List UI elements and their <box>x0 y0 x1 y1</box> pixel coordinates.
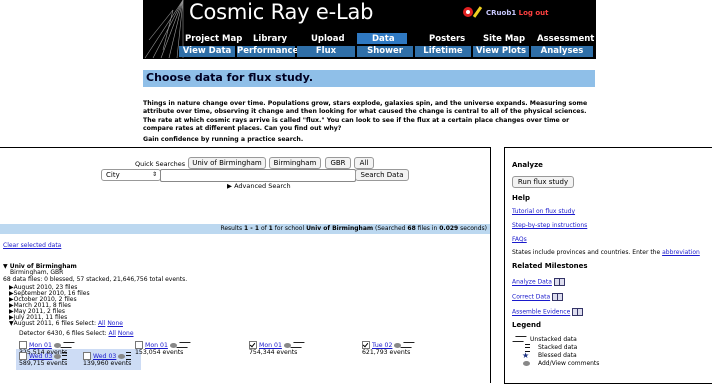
milestone-assemble-evidence[interactable]: Assemble Evidence <box>512 308 584 316</box>
subnav-view-data[interactable]: View Data <box>179 46 235 57</box>
stacked-icon <box>62 352 68 360</box>
advanced-search-toggle[interactable]: ▶ Advanced Search <box>227 182 291 190</box>
nav-site-map[interactable]: Site Map <box>483 34 525 44</box>
states-help-text: States include provinces and countries. … <box>512 249 700 256</box>
select-all-link[interactable]: All <box>98 320 105 327</box>
book-icon[interactable] <box>553 278 565 286</box>
page-heading-bar: Choose data for flux study. <box>143 70 595 87</box>
file-checkbox[interactable] <box>83 352 91 360</box>
file-events: 754,344 events <box>249 349 298 356</box>
help-heading: Help <box>512 194 531 202</box>
file-date-link[interactable]: Mon 01 <box>29 342 52 349</box>
file-checkbox[interactable] <box>19 341 27 349</box>
file-events: 153,054 events <box>135 349 184 356</box>
logout-link[interactable]: Log out <box>519 9 549 17</box>
search-field-select[interactable]: City ⇕ <box>101 169 161 181</box>
blessed-star-icon: ★ <box>522 351 530 360</box>
detector-select-all-link[interactable]: All <box>108 330 115 337</box>
analyze-heading: Analyze <box>512 161 543 169</box>
month-toggle-aug-2011[interactable]: ▼August 2011, 6 files Select: All None <box>9 320 123 328</box>
milestone-correct-data[interactable]: Correct Data <box>512 293 564 301</box>
unstacked-icon <box>290 342 305 348</box>
legend-comments: Add/View comments <box>538 360 600 367</box>
quick-search-univ-birmingham[interactable]: Univ of Birmingham <box>188 157 266 169</box>
site-title[interactable]: Cosmic Ray e-Lab <box>189 0 373 24</box>
select-none-link[interactable]: None <box>107 320 123 327</box>
results-bar: Results 1 - 1 of 1 for school Univ of Bi… <box>0 224 490 234</box>
related-milestones-heading: Related Milestones <box>512 262 588 270</box>
edit-pencil-icon[interactable] <box>472 6 483 18</box>
file-events: 139,960 events <box>83 360 132 367</box>
practice-search-text: Gain confidence by running a practice se… <box>143 136 304 143</box>
file-date-link[interactable]: Mon 01 <box>259 342 282 349</box>
book-icon[interactable] <box>552 293 564 301</box>
nav-assessment[interactable]: Assessment <box>537 34 594 44</box>
clear-selected-link[interactable]: Clear selected data <box>3 242 61 250</box>
page-title: Choose data for flux study. <box>146 71 314 84</box>
book-icon[interactable] <box>572 308 584 316</box>
file-item: Mon 01 754,344 events <box>249 341 305 356</box>
settings-icon[interactable] <box>463 7 473 17</box>
detector-select-none-link[interactable]: None <box>118 330 134 337</box>
comment-icon[interactable] <box>54 353 62 359</box>
quick-searches-label: Quick Searches <box>135 160 186 168</box>
user-menu: CRuob1 Log out <box>486 9 549 17</box>
unstacked-icon <box>400 342 416 348</box>
nav-data[interactable]: Data <box>372 34 395 44</box>
legend-unstacked: Unstacked data <box>530 336 577 343</box>
search-data-button[interactable]: Search Data <box>355 169 409 181</box>
abbreviation-link[interactable]: abbreviation <box>662 249 700 256</box>
file-date-link[interactable]: Mon 01 <box>145 342 168 349</box>
run-flux-study-button[interactable]: Run flux study <box>512 176 574 188</box>
legend-stacked: Stacked data <box>538 344 578 351</box>
nav-posters[interactable]: Posters <box>429 34 465 44</box>
school-summary: 68 data files: 0 blessed, 57 stacked, 21… <box>3 276 188 283</box>
quick-search-gbr[interactable]: GBR <box>325 157 351 169</box>
file-events: 621,793 events <box>362 349 411 356</box>
file-checkbox[interactable] <box>135 341 143 349</box>
subnav-lifetime[interactable]: Lifetime <box>415 46 471 57</box>
stacked-icon <box>126 352 132 360</box>
site-header: Cosmic Ray e-Lab CRuob1 Log out Project … <box>143 0 596 59</box>
file-date-link[interactable]: Wed 03 <box>29 353 52 360</box>
subnav-analyses[interactable]: Analyses <box>531 46 593 57</box>
subnav-performance[interactable]: Performance <box>237 46 298 57</box>
legend-heading: Legend <box>512 321 541 329</box>
file-date-link[interactable]: Wed 03 <box>93 353 116 360</box>
intro-paragraph: Things in nature change over time. Popul… <box>143 100 588 132</box>
instructions-link[interactable]: Step-by-step instructions <box>512 222 587 229</box>
select-arrows-icon: ⇕ <box>151 171 157 178</box>
legend-blessed: Blessed data <box>538 352 577 359</box>
nav-upload[interactable]: Upload <box>311 34 345 44</box>
file-item: Mon 01 153,054 events <box>135 341 191 356</box>
milestone-analyze-data[interactable]: Analyze Data <box>512 278 565 286</box>
unstacked-icon <box>60 342 75 348</box>
unstacked-icon <box>176 342 191 348</box>
detector-row: Detector 6430, 6 files Select: All None <box>19 330 134 337</box>
comment-icon <box>523 361 530 366</box>
file-events: 589,715 events <box>19 360 68 367</box>
nav-library[interactable]: Library <box>253 34 287 44</box>
file-item: Wed 03 139,960 events <box>83 352 131 367</box>
results-summary: Results 1 - 1 of 1 for school Univ of Bi… <box>220 225 487 232</box>
quick-search-all[interactable]: All <box>354 157 374 169</box>
quick-search-birmingham[interactable]: Birmingham <box>269 157 321 169</box>
nav-project-map[interactable]: Project Map <box>185 34 242 44</box>
subnav-shower[interactable]: Shower <box>357 46 413 57</box>
file-checkbox[interactable] <box>249 341 257 349</box>
file-date-link[interactable]: Tue 02 <box>372 342 392 349</box>
file-item: Tue 02 621,793 events <box>362 341 416 356</box>
tutorial-link[interactable]: Tutorial on flux study <box>512 208 575 215</box>
search-field-value: City <box>106 171 120 179</box>
subnav-view-plots[interactable]: View Plots <box>473 46 529 57</box>
file-checkbox[interactable] <box>362 341 370 349</box>
file-item: Wed 03 589,715 events <box>19 352 67 367</box>
search-input[interactable] <box>160 169 356 182</box>
file-checkbox[interactable] <box>19 352 27 360</box>
subnav-flux[interactable]: Flux <box>297 46 355 57</box>
username-link[interactable]: CRuob1 <box>486 9 516 17</box>
faqs-link[interactable]: FAQs <box>512 236 527 243</box>
comment-icon[interactable] <box>118 353 126 359</box>
